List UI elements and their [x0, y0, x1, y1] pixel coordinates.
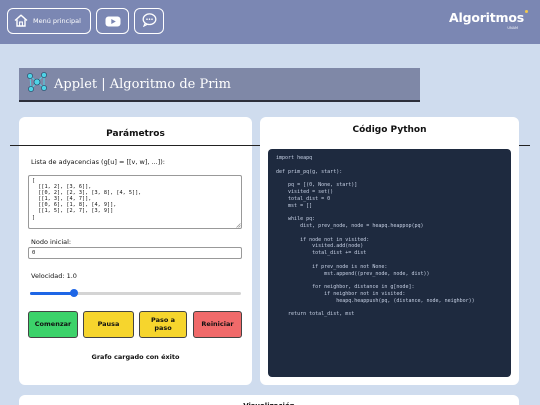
speed-label: Velocidad: 1.0	[31, 272, 77, 280]
visualization-heading: Visualización	[19, 395, 519, 405]
logo-text: Algoritmos	[449, 10, 524, 25]
logo-dot	[525, 10, 528, 13]
visualization-card: Visualización	[19, 395, 519, 405]
home-button-label: Menú principal	[33, 17, 81, 25]
adjacency-label: Lista de adyacencias (g[u] = [[v, w], ..…	[31, 158, 165, 166]
youtube-button[interactable]	[96, 8, 129, 34]
start-node-label: Nodo inicial:	[31, 238, 72, 246]
pause-button[interactable]: Pausa	[83, 311, 134, 338]
start-node-input[interactable]: 0	[28, 247, 242, 259]
step-button[interactable]: Paso a paso	[139, 311, 187, 338]
chat-bubble-icon	[142, 12, 157, 31]
top-navbar: Menú principal Algoritmos UNAM	[0, 0, 540, 44]
youtube-icon	[105, 12, 121, 31]
page-title-bar: Applet | Algoritmo de Prim	[19, 68, 420, 102]
code-heading: Código Python	[352, 125, 427, 135]
home-icon	[14, 12, 28, 31]
python-code-block: import heapq def prim_pq(g, start): pq =…	[268, 149, 511, 377]
home-button[interactable]: Menú principal	[7, 8, 91, 34]
speed-slider-fill	[30, 292, 75, 295]
adjacency-textarea[interactable]: [ [[1, 2], [3, 6]], [[0, 2], [2, 3], [3,…	[28, 175, 242, 229]
parameters-heading: Parámetros	[106, 129, 165, 139]
page-title: Applet | Algoritmo de Prim	[54, 76, 231, 92]
chat-button[interactable]	[134, 8, 164, 34]
graph-network-icon	[26, 71, 48, 97]
start-button[interactable]: Comenzar	[28, 311, 78, 338]
logo-subtitle: UNAM	[507, 26, 518, 30]
reset-button[interactable]: Reiniciar	[193, 311, 242, 338]
status-message: Grafo cargado con éxito	[91, 353, 180, 361]
resize-handle-icon[interactable]	[236, 223, 241, 228]
site-logo[interactable]: Algoritmos	[449, 10, 528, 25]
